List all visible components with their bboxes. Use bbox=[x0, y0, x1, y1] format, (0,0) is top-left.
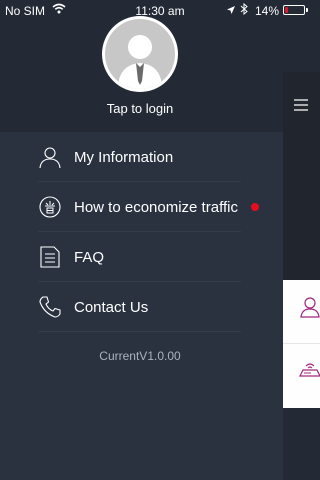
menu-item-label: My Information bbox=[74, 149, 174, 166]
divider bbox=[283, 343, 320, 344]
person-icon bbox=[38, 145, 62, 169]
version-label: CurrentV1.0.00 bbox=[99, 349, 181, 363]
divider bbox=[38, 331, 241, 332]
menu-item-my-information[interactable]: My Information bbox=[0, 132, 283, 182]
avatar[interactable] bbox=[102, 16, 178, 92]
save-traffic-icon bbox=[38, 195, 62, 219]
router-icon[interactable] bbox=[299, 360, 320, 385]
main-content-panel[interactable] bbox=[283, 72, 320, 408]
app-screen: No SIM 11:30 am 14% Tap to login My Info… bbox=[0, 0, 320, 480]
document-icon bbox=[38, 245, 62, 269]
battery-fill bbox=[285, 7, 288, 13]
menu-item-label: How to economize traffic bbox=[74, 199, 238, 216]
hamburger-menu-icon[interactable] bbox=[294, 98, 308, 116]
menu-item-economize-traffic[interactable]: How to economize traffic bbox=[0, 182, 283, 232]
menu-item-label: Contact Us bbox=[74, 299, 149, 316]
side-menu: My Information How to economize traffic … bbox=[0, 132, 283, 480]
user-icon[interactable] bbox=[299, 296, 320, 323]
battery-icon bbox=[283, 5, 308, 15]
default-user-avatar-icon bbox=[105, 19, 175, 89]
notification-dot bbox=[251, 203, 259, 211]
phone-icon bbox=[38, 295, 62, 319]
menu-item-label: FAQ bbox=[74, 249, 105, 266]
menu-item-contact-us[interactable]: Contact Us bbox=[0, 282, 283, 332]
tap-to-login-link[interactable]: Tap to login bbox=[0, 101, 280, 116]
menu-item-faq[interactable]: FAQ bbox=[0, 232, 283, 282]
profile-header: Tap to login bbox=[0, 0, 280, 132]
